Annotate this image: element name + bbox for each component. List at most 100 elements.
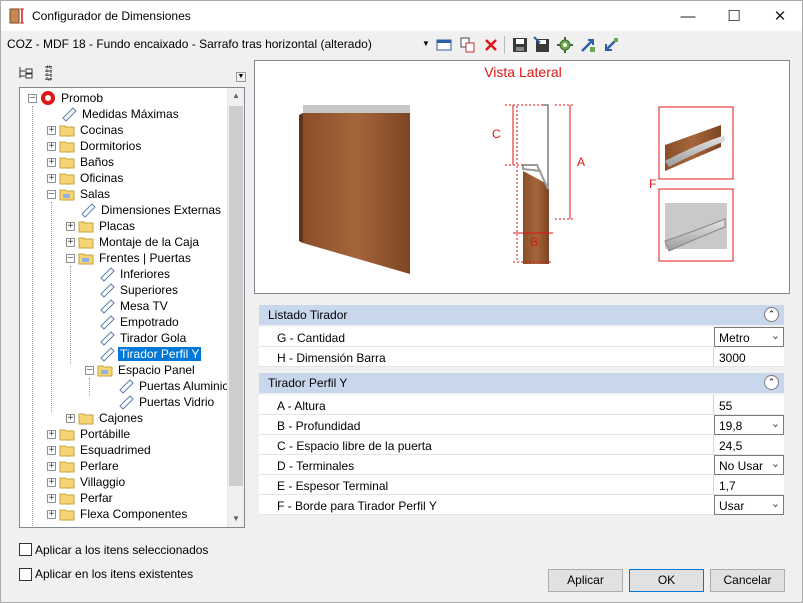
apply-button[interactable]: Aplicar bbox=[548, 569, 623, 592]
section-tirador-perfil-y[interactable]: Tirador Perfil Y ⌃ bbox=[259, 373, 784, 393]
chevron-down-icon[interactable]: ⌄ bbox=[771, 457, 780, 470]
section-listado-tirador[interactable]: Listado Tirador ⌃ bbox=[259, 305, 784, 325]
tree-connector bbox=[89, 378, 90, 396]
profundidad-select[interactable]: 19,8 ⌄ bbox=[714, 415, 784, 435]
settings-gear-icon[interactable] bbox=[556, 36, 574, 54]
tree-item-frentes-puertas[interactable]: – Frentes | Puertas bbox=[66, 250, 193, 266]
promob-logo-icon bbox=[41, 91, 55, 105]
tree-scrollbar[interactable]: ▲ ▼ bbox=[227, 88, 244, 527]
espesor-terminal-value[interactable]: 1,7 bbox=[719, 479, 736, 493]
tree-item-perlare[interactable]: + Perlare bbox=[47, 458, 121, 474]
tree-item-puertas-vidrio[interactable]: Puertas Vidrio bbox=[118, 394, 216, 410]
tree-item-inferiores[interactable]: Inferiores bbox=[99, 266, 172, 282]
expand-icon[interactable]: + bbox=[47, 477, 56, 487]
collapse-section-icon[interactable]: ⌃ bbox=[764, 307, 779, 322]
tree-item-flexa-componentes[interactable]: + Flexa Componentes bbox=[47, 506, 189, 522]
property-row[interactable]: G - Cantidad Metro ⌄ bbox=[259, 327, 784, 347]
expand-icon[interactable]: + bbox=[47, 173, 56, 183]
borde-select[interactable]: Usar ⌄ bbox=[714, 495, 784, 515]
tree-item-cajones[interactable]: + Cajones bbox=[66, 410, 145, 426]
tree-connector bbox=[70, 266, 71, 364]
dimension-barra-value[interactable]: 3000 bbox=[719, 351, 746, 365]
list-view-icon[interactable] bbox=[41, 65, 57, 81]
tree-item-cocinas[interactable]: + Cocinas bbox=[47, 122, 125, 138]
config-name-select[interactable]: COZ - MDF 18 - Fundo encaixado - Sarrafo… bbox=[7, 37, 372, 51]
tree-item-banos[interactable]: + Baños bbox=[47, 154, 116, 170]
cancel-button[interactable]: Cancelar bbox=[710, 569, 785, 592]
preview-window-icon[interactable] bbox=[435, 36, 453, 54]
scroll-up-icon[interactable]: ▲ bbox=[228, 88, 244, 104]
apply-selected-checkbox[interactable] bbox=[19, 543, 32, 556]
tree-item-salas[interactable]: – Salas bbox=[47, 186, 112, 202]
expand-icon[interactable]: + bbox=[66, 221, 75, 231]
tree-item-dormitorios[interactable]: + Dormitorios bbox=[47, 138, 143, 154]
property-row[interactable]: A - Altura 55 bbox=[259, 395, 784, 415]
tree-menu-icon[interactable]: ▼ bbox=[236, 72, 246, 82]
minimize-button[interactable]: — bbox=[665, 1, 711, 31]
collapse-icon[interactable]: – bbox=[28, 93, 37, 103]
expand-icon[interactable]: + bbox=[47, 141, 56, 151]
tree-item-promob[interactable]: – Promob bbox=[28, 90, 105, 106]
config-toolbar: COZ - MDF 18 - Fundo encaixado - Sarrafo… bbox=[1, 33, 802, 57]
tree-item-empotrado[interactable]: Empotrado bbox=[99, 314, 181, 330]
tree-item-tirador-perfil-y[interactable]: Tirador Perfil Y bbox=[99, 346, 202, 362]
cantidad-select[interactable]: Metro ⌄ bbox=[714, 327, 784, 347]
tree-item-esquadrimed[interactable]: + Esquadrimed bbox=[47, 442, 153, 458]
property-row[interactable]: D - Terminales No Usar ⌄ bbox=[259, 455, 784, 475]
altura-value[interactable]: 55 bbox=[719, 399, 732, 413]
collapse-icon[interactable]: – bbox=[85, 365, 94, 375]
tree-item-villaggio[interactable]: + Villaggio bbox=[47, 474, 127, 490]
close-button[interactable]: ✕ bbox=[757, 1, 803, 31]
tree-item-espacio-panel[interactable]: – Espacio Panel bbox=[85, 362, 197, 378]
terminales-select[interactable]: No Usar ⌄ bbox=[714, 455, 784, 475]
expand-icon[interactable]: + bbox=[47, 125, 56, 135]
tree-item-perfar[interactable]: + Perfar bbox=[47, 490, 115, 506]
expand-icon[interactable]: + bbox=[47, 493, 56, 503]
copy-config-icon[interactable] bbox=[459, 36, 477, 54]
expand-icon[interactable]: + bbox=[66, 237, 75, 247]
ruler-icon bbox=[100, 331, 115, 346]
collapse-icon[interactable]: – bbox=[66, 253, 75, 263]
tree-item-montaje-caja[interactable]: + Montaje de la Caja bbox=[66, 234, 201, 250]
chevron-down-icon[interactable]: ⌄ bbox=[771, 329, 780, 342]
expand-icon[interactable]: + bbox=[47, 509, 56, 519]
expand-icon[interactable]: + bbox=[47, 157, 56, 167]
save-as-icon[interactable] bbox=[533, 36, 551, 54]
tree-view-icon[interactable] bbox=[18, 65, 34, 81]
maximize-button[interactable]: ☐ bbox=[711, 1, 757, 31]
property-row[interactable]: C - Espacio libre de la puerta 24,5 bbox=[259, 435, 784, 455]
tree-item-medidas-maximas[interactable]: Medidas Máximas bbox=[61, 106, 181, 122]
property-row[interactable]: F - Borde para Tirador Perfil Y Usar ⌄ bbox=[259, 495, 784, 515]
collapse-section-icon[interactable]: ⌃ bbox=[764, 375, 779, 390]
property-row[interactable]: B - Profundidad 19,8 ⌄ bbox=[259, 415, 784, 435]
property-row[interactable]: H - Dimensión Barra 3000 bbox=[259, 347, 784, 367]
expand-icon[interactable]: + bbox=[66, 413, 75, 423]
property-row[interactable]: E - Espesor Terminal 1,7 bbox=[259, 475, 784, 495]
ruler-icon bbox=[119, 379, 134, 394]
tree-item-superiores[interactable]: Superiores bbox=[99, 282, 180, 298]
chevron-down-icon[interactable]: ⌄ bbox=[771, 497, 780, 510]
tree-item-mesa-tv[interactable]: Mesa TV bbox=[99, 298, 170, 314]
tree-item-tirador-gola[interactable]: Tirador Gola bbox=[99, 330, 188, 346]
expand-icon[interactable]: + bbox=[47, 461, 56, 471]
expand-icon[interactable]: + bbox=[47, 445, 56, 455]
preview-drawing bbox=[299, 104, 734, 274]
scroll-down-icon[interactable]: ▼ bbox=[228, 511, 244, 527]
tree-item-oficinas[interactable]: + Oficinas bbox=[47, 170, 125, 186]
expand-icon[interactable]: + bbox=[47, 429, 56, 439]
apply-existing-checkbox[interactable] bbox=[19, 568, 32, 581]
delete-icon[interactable] bbox=[482, 36, 500, 54]
tree-item-puertas-aluminio[interactable]: Puertas Aluminio bbox=[118, 378, 231, 394]
tree-item-dimensiones-externas[interactable]: Dimensiones Externas bbox=[80, 202, 223, 218]
collapse-icon[interactable]: – bbox=[47, 189, 56, 199]
scrollbar-thumb[interactable] bbox=[229, 106, 243, 486]
chevron-down-icon[interactable]: ▼ bbox=[420, 37, 432, 51]
espacio-libre-value[interactable]: 24,5 bbox=[719, 439, 742, 453]
chevron-down-icon[interactable]: ⌄ bbox=[771, 417, 780, 430]
export-icon[interactable] bbox=[602, 36, 620, 54]
tree-item-portabille[interactable]: + Portábille bbox=[47, 426, 132, 442]
ok-button[interactable]: OK bbox=[629, 569, 704, 592]
import-icon[interactable] bbox=[579, 36, 597, 54]
tree-item-placas[interactable]: + Placas bbox=[66, 218, 137, 234]
save-icon[interactable] bbox=[511, 36, 529, 54]
